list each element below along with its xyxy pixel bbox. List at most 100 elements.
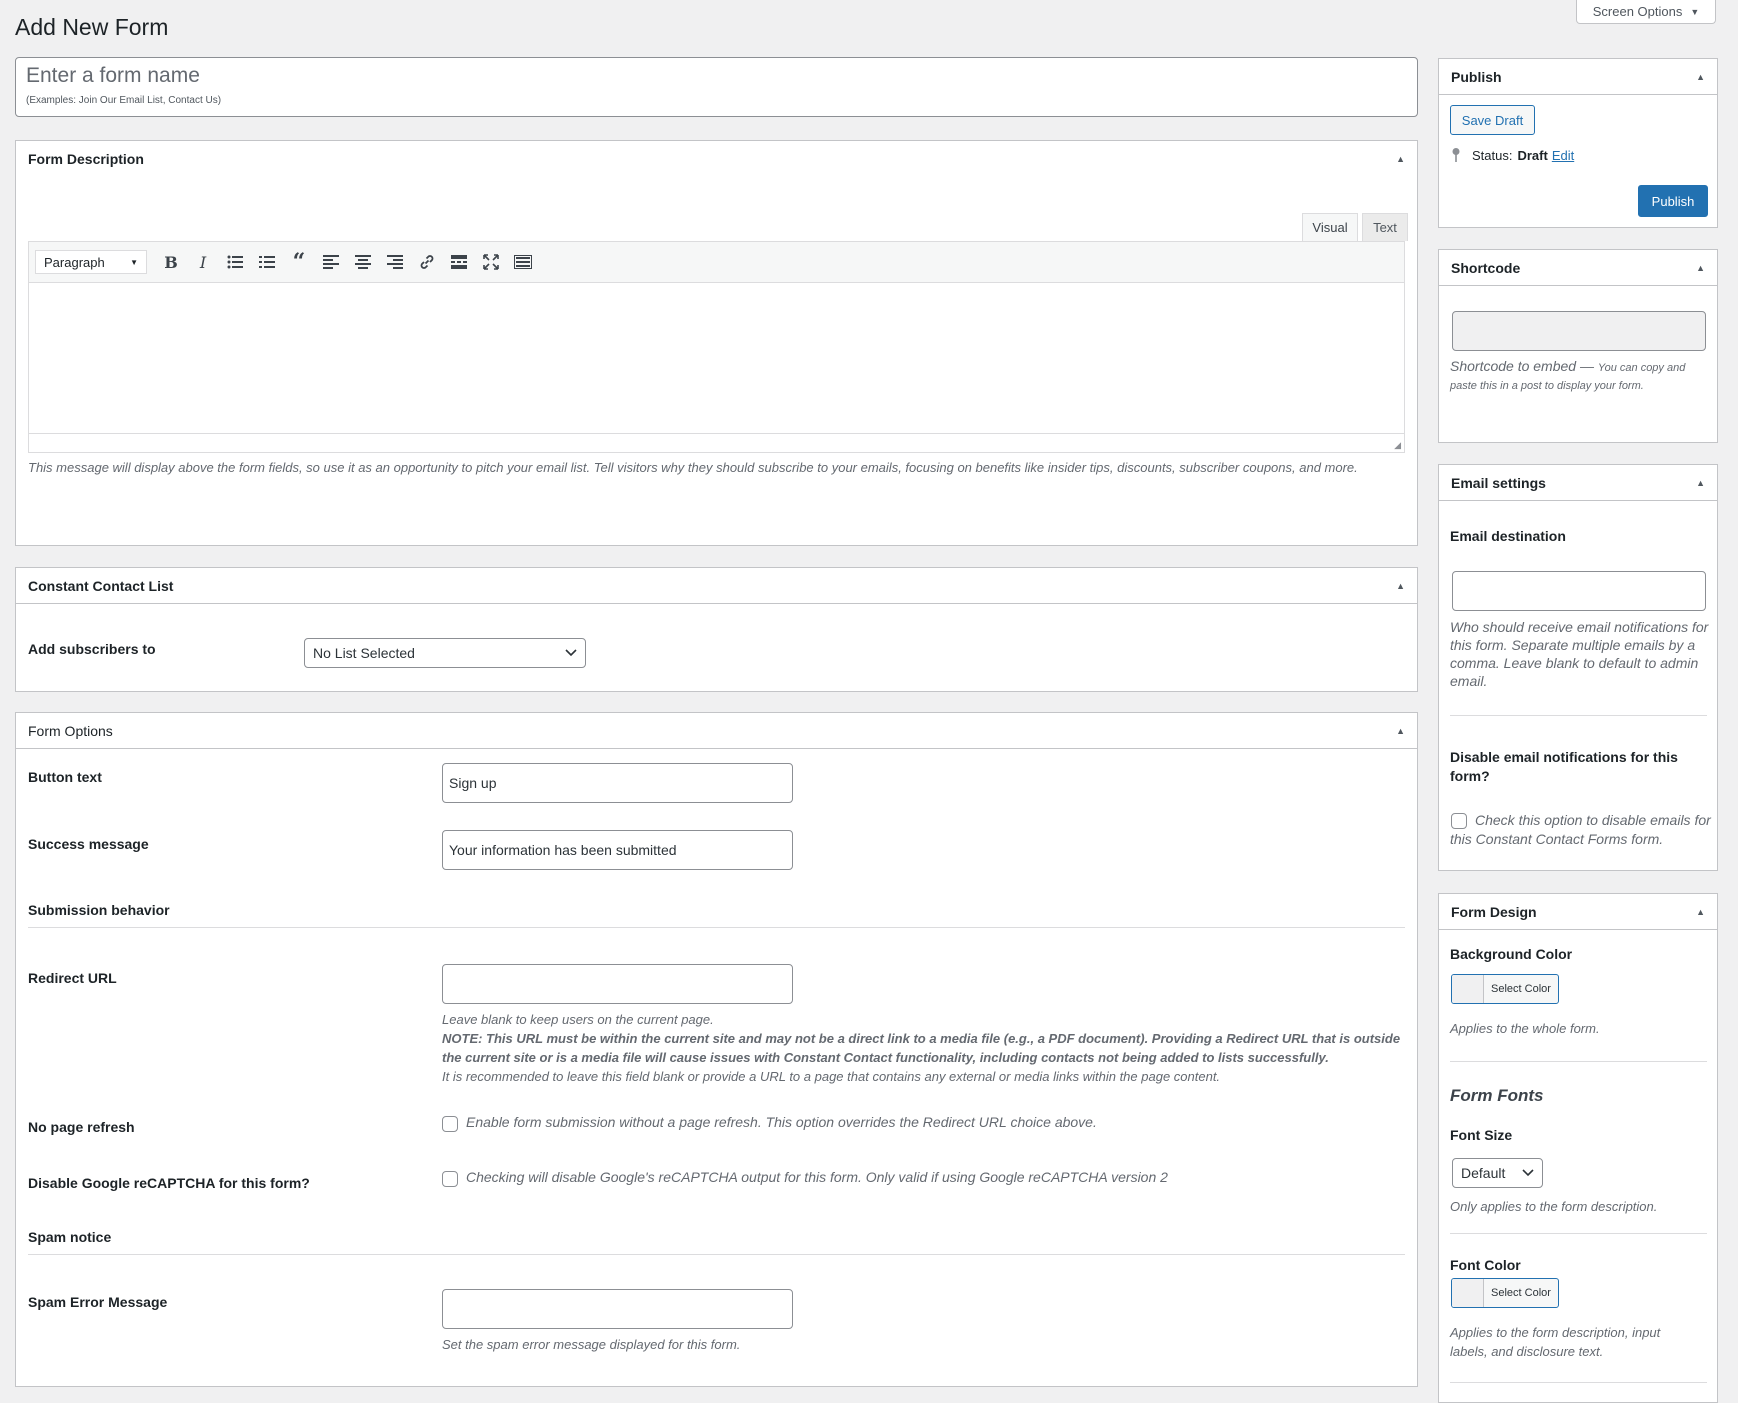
chevron-down-icon <box>1522 1169 1534 1177</box>
caret-down-icon: ▼ <box>1690 6 1700 17</box>
success-message-label: Success message <box>28 836 149 852</box>
divider <box>28 1254 1405 1255</box>
tab-visual[interactable]: Visual <box>1302 213 1358 241</box>
collapse-arrow-icon[interactable]: ▲ <box>1696 263 1705 273</box>
publish-header[interactable]: Publish ▲ <box>1439 59 1717 95</box>
no-page-refresh-desc: Enable form submission without a page re… <box>466 1114 1097 1130</box>
divider <box>28 927 1405 928</box>
align-right-icon[interactable] <box>381 248 409 276</box>
font-color-help: Applies to the form description, input l… <box>1450 1325 1661 1359</box>
box-title: Publish <box>1451 68 1502 85</box>
status-value: Draft <box>1517 147 1548 163</box>
read-more-icon[interactable] <box>445 248 473 276</box>
fullscreen-icon[interactable] <box>477 248 505 276</box>
no-page-refresh-checkbox[interactable] <box>442 1116 458 1132</box>
disable-email-label: Disable email notifications for this for… <box>1450 749 1678 784</box>
save-draft-label: Save Draft <box>1461 112 1524 128</box>
font-size-select[interactable]: Default <box>1452 1158 1543 1188</box>
publish-button[interactable]: Publish <box>1638 185 1708 217</box>
collapse-arrow-icon[interactable]: ▲ <box>1396 154 1405 164</box>
status-row: Status: Draft Edit <box>1450 147 1574 163</box>
list-select-value: No List Selected <box>313 645 415 661</box>
divider <box>1450 1061 1707 1062</box>
tab-text[interactable]: Text <box>1362 213 1408 241</box>
blockquote-icon[interactable]: “ <box>285 248 313 276</box>
email-settings-header[interactable]: Email settings ▲ <box>1439 465 1717 501</box>
background-color-help: Applies to the whole form. <box>1450 1021 1600 1036</box>
box-title: Form Design <box>1451 903 1537 920</box>
success-message-input[interactable]: Your information has been submitted <box>442 830 793 870</box>
page-title: Add New Form <box>15 14 169 40</box>
box-title: Shortcode <box>1451 259 1521 276</box>
redirect-help-line: It is recommended to leave this field bl… <box>442 1069 1221 1084</box>
color-swatch <box>1452 975 1484 1003</box>
edit-status-link[interactable]: Edit <box>1552 148 1574 163</box>
save-draft-button[interactable]: Save Draft <box>1450 105 1535 135</box>
form-options-header[interactable]: Form Options ▲ <box>16 713 1417 749</box>
keyboard-icon[interactable] <box>509 248 537 276</box>
disable-recaptcha-checkbox[interactable] <box>442 1171 458 1187</box>
publish-label: Publish <box>1651 193 1695 209</box>
align-center-icon[interactable] <box>349 248 377 276</box>
no-page-refresh-label: No page refresh <box>28 1119 135 1135</box>
caret-down-icon: ▼ <box>130 257 138 267</box>
disable-recaptcha-desc: Checking will disable Google's reCAPTCHA… <box>466 1169 1168 1185</box>
font-color-picker[interactable]: Select Color <box>1451 1278 1559 1308</box>
publish-box: Publish ▲ Save Draft Status: Draft Edit … <box>1438 58 1718 228</box>
spam-error-input[interactable] <box>442 1289 793 1329</box>
form-description-box: Form Description ▲ Visual Text Paragraph… <box>15 140 1418 546</box>
italic-icon[interactable]: I <box>189 248 217 276</box>
background-color-picker[interactable]: Select Color <box>1451 974 1559 1004</box>
submission-behavior-heading: Submission behavior <box>28 902 170 918</box>
box-title: Form Description <box>28 151 144 167</box>
form-name-hint: (Examples: Join Our Email List, Contact … <box>26 95 222 106</box>
form-name-field[interactable]: Enter a form name (Examples: Join Our Em… <box>15 57 1418 117</box>
collapse-arrow-icon[interactable]: ▲ <box>1396 581 1405 591</box>
collapse-arrow-icon[interactable]: ▲ <box>1696 478 1705 488</box>
screen-options-button[interactable]: Screen Options ▼ <box>1576 0 1716 24</box>
button-text-input[interactable]: Sign up <box>442 763 793 803</box>
font-size-help: Only applies to the form description. <box>1450 1199 1658 1214</box>
color-swatch <box>1452 1279 1484 1307</box>
select-color-label: Select Color <box>1491 983 1551 995</box>
bold-icon[interactable]: B <box>157 248 185 276</box>
shortcode-input[interactable] <box>1452 311 1706 351</box>
format-select[interactable]: Paragraph ▼ <box>35 250 147 274</box>
add-subscribers-label: Add subscribers to <box>28 641 156 657</box>
success-message-value: Your information has been submitted <box>449 842 677 858</box>
numbered-list-icon[interactable] <box>253 248 281 276</box>
spam-error-help: Set the spam error message displayed for… <box>442 1337 741 1352</box>
format-select-value: Paragraph <box>44 254 105 270</box>
form-description-header[interactable]: Form Description ▲ <box>16 141 1417 177</box>
collapse-arrow-icon[interactable]: ▲ <box>1696 72 1705 82</box>
tab-visual-label: Visual <box>1312 220 1348 235</box>
redirect-url-input[interactable] <box>442 964 793 1004</box>
collapse-arrow-icon[interactable]: ▲ <box>1396 726 1405 736</box>
tab-text-label: Text <box>1373 220 1397 235</box>
redirect-url-label: Redirect URL <box>28 970 117 986</box>
resize-handle-icon[interactable]: ◢ <box>1394 440 1401 451</box>
editor: Paragraph ▼ B I “ ◢ <box>28 241 1405 453</box>
button-text-label: Button text <box>28 769 102 785</box>
shortcode-box: Shortcode ▲ Shortcode to embed — You can… <box>1438 249 1718 443</box>
form-options-box: Form Options ▲ Button text Sign up Succe… <box>15 712 1418 1387</box>
editor-toolbar: Paragraph ▼ B I “ <box>29 242 1404 283</box>
form-design-header[interactable]: Form Design ▲ <box>1439 894 1717 930</box>
disable-recaptcha-label: Disable Google reCAPTCHA for this form? <box>28 1175 310 1191</box>
bullet-list-icon[interactable] <box>221 248 249 276</box>
form-fonts-heading: Form Fonts <box>1450 1086 1544 1105</box>
list-select[interactable]: No List Selected <box>304 638 586 668</box>
contact-list-header[interactable]: Constant Contact List ▲ <box>16 568 1417 604</box>
shortcode-header[interactable]: Shortcode ▲ <box>1439 250 1717 286</box>
collapse-arrow-icon[interactable]: ▲ <box>1696 907 1705 917</box>
editor-content[interactable] <box>29 283 1404 433</box>
box-title: Email settings <box>1451 474 1546 491</box>
align-left-icon[interactable] <box>317 248 345 276</box>
screen-options-label: Screen Options <box>1592 4 1683 19</box>
divider <box>1450 1233 1707 1234</box>
link-icon[interactable] <box>413 248 441 276</box>
contact-list-box: Constant Contact List ▲ Add subscribers … <box>15 567 1418 692</box>
status-label: Status: <box>1472 147 1513 163</box>
email-destination-input[interactable] <box>1452 571 1706 611</box>
font-size-label: Font Size <box>1450 1127 1513 1143</box>
